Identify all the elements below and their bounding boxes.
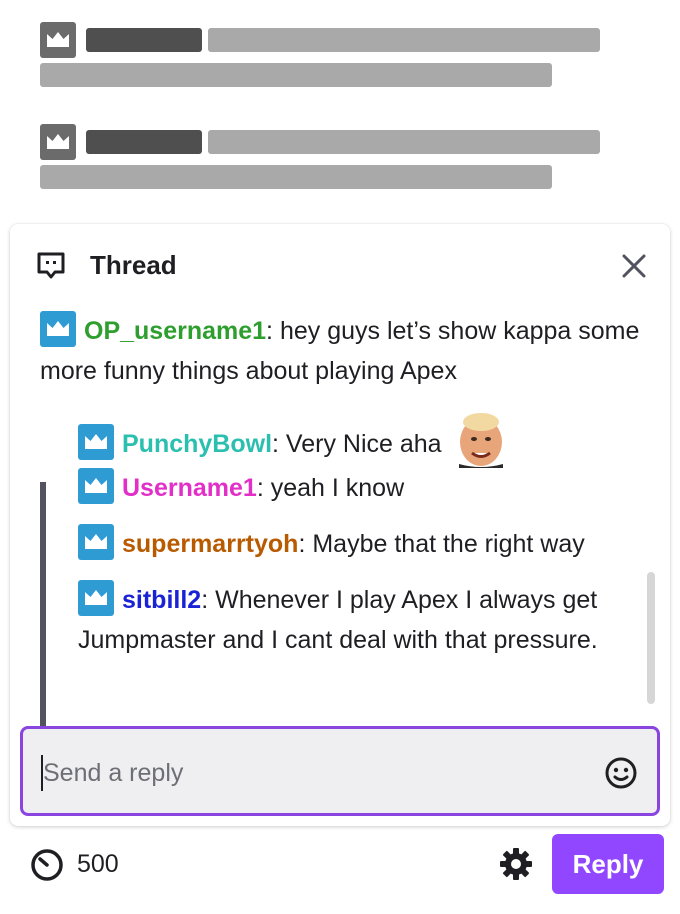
reply-input-placeholder: Send a reply <box>43 759 184 787</box>
thread-chat-icon <box>36 251 66 286</box>
reply-message: supermarrtyoh: Maybe that the right way <box>78 524 648 564</box>
message-username[interactable]: OP_username1 <box>84 317 266 345</box>
reply-message: Username1: yeah I know <box>78 468 638 508</box>
crown-badge-icon <box>40 311 76 347</box>
crown-badge-icon <box>40 124 76 160</box>
message-username[interactable]: sitbill2 <box>122 586 201 614</box>
message-separator: : <box>298 530 306 558</box>
crown-badge-icon <box>78 468 114 504</box>
placeholder-username <box>86 28 202 52</box>
parent-message: OP_username1: hey guys let’s show kappa … <box>40 311 640 391</box>
crown-badge-icon <box>78 424 114 460</box>
placeholder-username <box>86 130 202 154</box>
close-icon[interactable] <box>618 250 650 282</box>
message-text: Maybe that the right way <box>312 530 585 558</box>
thread-header: Thread <box>10 224 670 304</box>
channel-points-count: 500 <box>77 850 119 878</box>
message-text: yeah I know <box>270 474 405 502</box>
placeholder-text <box>208 28 600 52</box>
message-separator: : <box>256 474 264 502</box>
placeholder-text <box>40 63 552 87</box>
channel-points-icon[interactable] <box>30 848 64 887</box>
placeholder-text <box>208 130 600 154</box>
thread-scrollbar[interactable] <box>647 572 655 704</box>
reply-message: sitbill2: Whenever I play Apex I always … <box>78 580 618 660</box>
crown-badge-icon <box>78 524 114 560</box>
reply-button[interactable]: Reply <box>552 834 664 894</box>
crown-badge-icon <box>40 22 76 58</box>
message-text: Very Nice aha <box>285 430 442 458</box>
thread-title: Thread <box>90 250 177 280</box>
kappa-face-emote <box>455 412 507 468</box>
reply-input[interactable]: Send a reply <box>20 726 660 816</box>
message-separator: : <box>266 317 273 345</box>
message-separator: : <box>201 586 209 614</box>
message-username[interactable]: Username1 <box>122 474 257 502</box>
message-separator: : <box>272 430 279 458</box>
thread-messages: OP_username1: hey guys let’s show kappa … <box>10 304 670 786</box>
message-username[interactable]: supermarrtyoh <box>122 530 298 558</box>
reply-message: PunchyBowl: Very Nice aha <box>78 412 638 468</box>
gear-icon[interactable] <box>498 846 534 882</box>
emoji-picker-icon[interactable] <box>603 755 639 791</box>
crown-badge-icon <box>78 580 114 616</box>
message-username[interactable]: PunchyBowl <box>122 430 272 458</box>
thread-panel: Thread OP_username1: hey guys let’s show… <box>10 224 670 826</box>
placeholder-text <box>40 165 552 189</box>
